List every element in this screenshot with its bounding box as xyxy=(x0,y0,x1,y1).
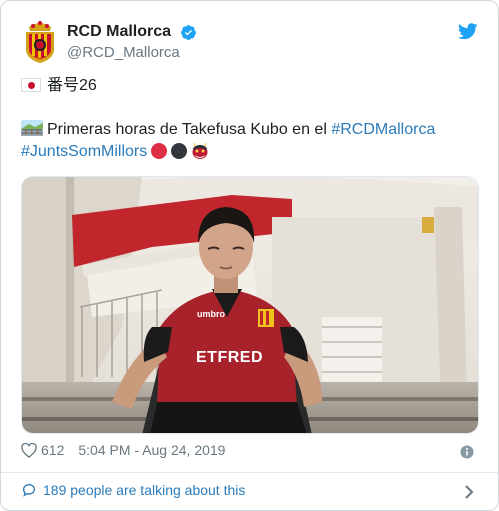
japan-flag-icon xyxy=(21,78,41,92)
hashtag-juntssommillors-link[interactable]: #JuntsSomMillors xyxy=(21,143,147,160)
tweet-line-1: 番号26 xyxy=(21,75,478,97)
hashtag-rcdmallorca-link[interactable]: #RCDMallorca xyxy=(331,121,435,138)
people-talking-text[interactable]: 189 people are talking about this xyxy=(43,482,245,498)
red-circle-icon xyxy=(151,143,168,159)
tweet-line-2: Primeras horas de Takefusa Kubo en el #R… xyxy=(21,119,478,141)
tweet-header: RCD Mallorca @RCD_Mallorca xyxy=(21,19,478,65)
like-count[interactable]: 612 xyxy=(41,442,64,458)
info-icon[interactable] xyxy=(460,445,474,459)
tweet-sentence: Primeras horas de Takefusa Kubo en el xyxy=(47,121,332,138)
railway-track-icon xyxy=(21,120,43,136)
club-crest-avatar[interactable] xyxy=(21,19,59,63)
tweet-number-text: 番号26 xyxy=(47,77,97,94)
tweet-body: 番号26 Primeras horas de Takefusa Kubo en … xyxy=(21,75,478,163)
black-circle-icon xyxy=(171,143,188,159)
account-display-name[interactable]: RCD Mallorca xyxy=(67,23,171,41)
conversation-footer-link[interactable]: 189 people are talking about this xyxy=(21,482,478,504)
account-handle[interactable]: @RCD_Mallorca xyxy=(67,44,197,61)
twitter-bird-icon[interactable] xyxy=(457,23,478,40)
svg-text:umbro: umbro xyxy=(197,309,226,319)
jersey-sponsor-text: ETFRED xyxy=(196,349,263,366)
heart-icon[interactable] xyxy=(21,442,37,459)
tweet-line-3: #JuntsSomMillors xyxy=(21,141,478,163)
ogre-icon xyxy=(191,142,209,160)
account-names[interactable]: RCD Mallorca @RCD_Mallorca xyxy=(67,23,197,61)
tweet-timestamp[interactable]: 5:04 PM - Aug 24, 2019 xyxy=(78,442,225,458)
tweet-video-media[interactable]: umbro ETFRED xyxy=(21,176,479,434)
embedded-tweet-card: RCD Mallorca @RCD_Mallorca 番号26 Primeras… xyxy=(0,0,499,511)
chevron-right-icon[interactable] xyxy=(464,485,474,499)
footer-divider xyxy=(1,472,498,473)
verified-badge-icon xyxy=(180,24,197,41)
tweet-meta: 612 5:04 PM - Aug 24, 2019 xyxy=(21,442,478,464)
chat-bubble-icon xyxy=(21,482,37,498)
